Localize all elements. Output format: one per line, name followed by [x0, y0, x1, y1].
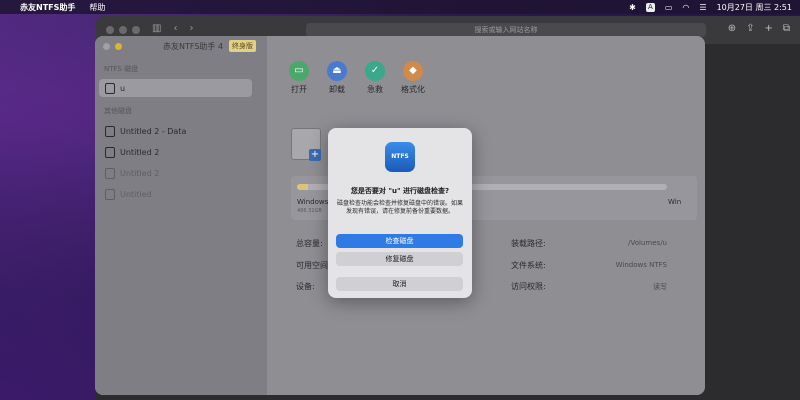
back-icon[interactable]: ‹ [173, 23, 177, 34]
eraser-icon: ◆ [403, 61, 423, 81]
window-zoom-button[interactable] [132, 26, 140, 34]
usage-right-label: Win [668, 198, 682, 206]
disk-icon [105, 146, 115, 158]
input-source-icon[interactable]: A [645, 2, 655, 12]
checkmark-icon: ✓ [365, 61, 385, 81]
sidebar-toggle-icon[interactable]: ▥ [152, 23, 161, 34]
format-button[interactable]: ◆ 格式化 [401, 61, 425, 95]
access-value: 读写 [653, 283, 667, 291]
forward-icon[interactable]: › [189, 23, 193, 34]
sidebar-item-label: u [120, 83, 126, 93]
sidebar-item-label: Untitled [120, 189, 152, 199]
section-ntfs-disks: NTFS 磁盘 [104, 65, 139, 73]
eject-icon: ⏏ [327, 61, 347, 81]
sidebar-item-untitled-2-data[interactable]: Untitled 2 - Data [99, 122, 252, 140]
battery-icon[interactable]: ▭ [665, 3, 673, 12]
dialog-title: 您是否要对 "u" 进行磁盘检查? [350, 187, 450, 195]
file-system-value: Windows NTFS [615, 261, 667, 269]
plus-icon: + [309, 149, 321, 161]
menu-help[interactable]: 帮助 [89, 2, 105, 13]
app-close-button[interactable] [103, 43, 110, 50]
mount-path-label: 装载路径: [511, 239, 546, 248]
unmount-button[interactable]: ⏏ 卸载 [326, 61, 348, 95]
disk-icon [105, 82, 115, 94]
menu-datetime[interactable]: 10月27日 周三 2:51 [717, 2, 792, 13]
total-capacity-label: 总容量: [296, 239, 323, 248]
new-tab-icon[interactable]: + [764, 23, 772, 34]
cancel-button[interactable]: 取消 [336, 277, 463, 291]
available-space-label: 可用空间 [296, 261, 328, 270]
menu-app-name[interactable]: 赤友NTFS助手 [20, 2, 75, 13]
open-button[interactable]: ▭ 打开 [288, 61, 310, 95]
folder-open-icon: ▭ [289, 61, 309, 81]
access-label: 访问权限: [511, 282, 546, 291]
usage-bar-fill [297, 184, 309, 190]
tab-overview-icon[interactable]: ⧉ [783, 23, 790, 34]
download-icon[interactable]: ⊕ [728, 23, 736, 34]
repair-disk-button[interactable]: 修复磁盘 [336, 252, 463, 266]
dialog-message: 磁盘检查功能会检查并修复磁盘中的错误。如果发现有错误，请在修复前备份重要数据。 [336, 200, 463, 215]
mount-path-value: /Volumes/u [628, 239, 667, 247]
disk-check-dialog: NTFS 您是否要对 "u" 进行磁盘检查? 磁盘检查功能会检查并修复磁盘中的错… [328, 128, 472, 298]
disk-icon [105, 125, 115, 137]
file-system-label: 文件系统: [511, 261, 546, 270]
disk-icon [105, 188, 115, 200]
bluetooth-icon[interactable]: ✱ [629, 3, 636, 12]
section-other-disks: 其他磁盘 [104, 107, 132, 115]
rescue-button[interactable]: ✓ 急救 [364, 61, 386, 95]
sidebar-item-untitled[interactable]: Untitled [99, 185, 252, 203]
sidebar-item-label: Untitled 2 - Data [120, 126, 187, 136]
usage-volume-name: Windows [297, 198, 329, 206]
sidebar-item-untitled-2[interactable]: Untitled 2 [99, 143, 252, 161]
disk-icon [105, 167, 115, 179]
app-title: 赤友NTFS助手 4 [163, 42, 224, 51]
check-disk-button[interactable]: 检查磁盘 [336, 234, 463, 248]
share-icon[interactable]: ⇪ [746, 23, 754, 34]
app-minimize-button[interactable] [115, 43, 122, 50]
edition-badge: 终身版 [229, 40, 256, 52]
control-center-icon[interactable]: ☰ [699, 3, 706, 12]
toolbar: ▭ 打开 ⏏ 卸载 ✓ 急救 ◆ 格式化 [288, 61, 425, 95]
wifi-icon[interactable]: ◠ [682, 3, 689, 12]
menu-bar: 赤友NTFS助手 帮助 ✱ A ▭ ◠ ☰ 10月27日 周三 2:51 [0, 0, 800, 14]
window-minimize-button[interactable] [119, 26, 127, 34]
ntfs-app-icon: NTFS [385, 142, 415, 172]
sidebar-item-untitled-2-alt[interactable]: Untitled 2 [99, 164, 252, 182]
address-bar[interactable]: 搜索或输入网站名称 [306, 23, 706, 37]
sidebar: 赤友NTFS助手 4 终身版 NTFS 磁盘 u 其他磁盘 Untitled 2… [95, 36, 267, 395]
usage-volume-size: 486.31GB [297, 208, 322, 214]
sidebar-item-label: Untitled 2 [120, 147, 160, 157]
sidebar-item-u[interactable]: u [99, 79, 252, 97]
title-bar: 赤友NTFS助手 4 终身版 [95, 36, 267, 58]
window-close-button[interactable] [106, 26, 114, 34]
sidebar-item-label: Untitled 2 [120, 168, 160, 178]
device-label: 设备: [296, 282, 315, 291]
